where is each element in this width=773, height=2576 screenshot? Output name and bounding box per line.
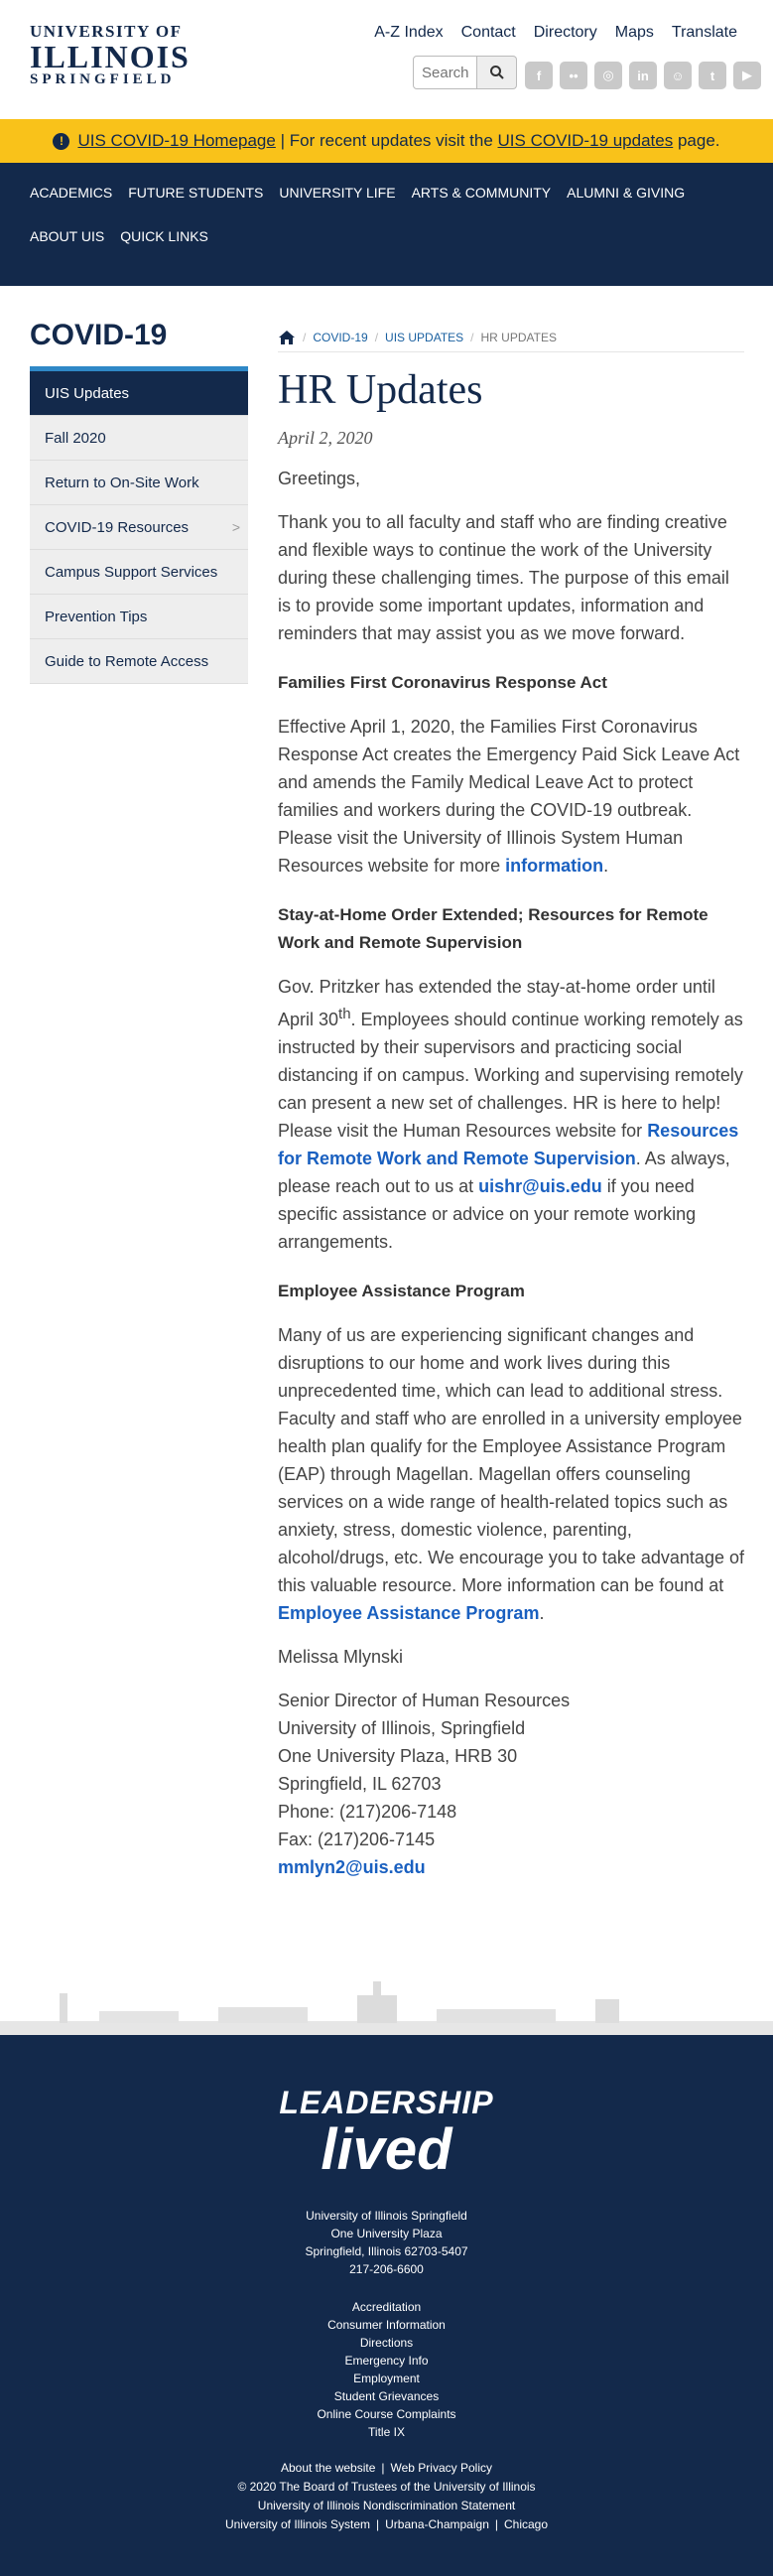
sidebar-item-prevention-tips[interactable]: Prevention Tips — [30, 595, 248, 639]
sidebar-item-label: COVID-19 Resources — [45, 518, 190, 536]
flickr-icon[interactable]: •• — [560, 62, 587, 89]
section-heading-ffcra: Families First Coronavirus Response Act — [278, 673, 607, 692]
footer-link-privacy[interactable]: Web Privacy Policy — [391, 2461, 492, 2475]
information-link[interactable]: information — [505, 856, 603, 876]
sidebar-item-uis-updates[interactable]: UIS Updates — [30, 371, 248, 416]
sidebar-item-remote-access[interactable]: Guide to Remote Access — [30, 639, 248, 684]
breadcrumb-separator: / — [303, 331, 307, 344]
footer-link-title-ix[interactable]: Title IX — [368, 2425, 405, 2439]
page-title: HR Updates — [278, 367, 483, 413]
youtube-icon[interactable]: ▶ — [733, 62, 761, 89]
nav-academics[interactable]: ACADEMICS — [30, 175, 128, 218]
nav-quick-links[interactable]: QUICK LINKS — [120, 218, 224, 262]
section-heading-stay-at-home: Stay-at-Home Order Extended; Resources f… — [278, 905, 709, 952]
link-directory[interactable]: Directory — [534, 24, 597, 42]
nav-arts-community[interactable]: ARTS & COMMUNITY — [412, 175, 568, 218]
post-date: April 2, 2020 — [278, 428, 373, 448]
signer-name: Melissa Mlynski — [278, 1647, 404, 1667]
facebook-icon[interactable]: f — [525, 62, 553, 89]
twitter-icon[interactable]: t — [699, 62, 726, 89]
footer-address: University of Illinois Springfield One U… — [305, 2209, 468, 2276]
site-footer: LEADERSHIP lived University of Illinois … — [0, 2035, 773, 2576]
link-translate[interactable]: Translate — [672, 24, 737, 42]
section-heading-eap: Employee Assistance Program — [278, 1282, 525, 1300]
sidebar-title: COVID-19 — [30, 319, 168, 351]
footer-link-chicago[interactable]: Chicago — [504, 2517, 548, 2531]
signer-email-link[interactable]: mmlyn2@uis.edu — [278, 1857, 426, 1877]
footer-link-grievances[interactable]: Student Grievances — [334, 2389, 439, 2403]
footer-link-consumer-info[interactable]: Consumer Information — [327, 2318, 446, 2332]
sidebar-item-covid-resources[interactable]: COVID-19 Resources > — [30, 505, 248, 550]
breadcrumb-uis-updates[interactable]: UIS UPDATES — [385, 331, 463, 344]
eap-link[interactable]: Employee Assistance Program — [278, 1603, 539, 1623]
content-area: COVID-19 UIS Updates Fall 2020 Return to… — [0, 286, 773, 1973]
nav-university-life[interactable]: UNIVERSITY LIFE — [279, 175, 411, 218]
nav-alumni-giving[interactable]: ALUMNI & GIVING — [567, 175, 701, 218]
breadcrumb-current: HR UPDATES — [480, 331, 557, 344]
search-input[interactable] — [413, 56, 477, 89]
footer-link-accreditation[interactable]: Accreditation — [352, 2300, 421, 2314]
site-header: UNIVERSITY OF ILLINOIS SPRINGFIELD A-Z I… — [0, 0, 773, 119]
signature-block: Senior Director of Human Resources Unive… — [278, 1691, 571, 1877]
instagram-icon[interactable]: ◎ — [594, 62, 622, 89]
alert-link-updates[interactable]: UIS COVID-19 updates — [498, 131, 674, 151]
leadership-lived-logo: LEADERSHIP lived — [279, 2085, 494, 2182]
article-body: Greetings, Thank you to all faculty and … — [278, 465, 744, 1881]
footer-link-nondiscrimination[interactable]: University of Illinois Nondiscrimination… — [258, 2499, 515, 2512]
search-form — [413, 56, 517, 89]
eap-paragraph: Many of us are experiencing significant … — [278, 1325, 744, 1623]
home-icon[interactable] — [278, 330, 296, 345]
footer-bottom: About the website | Web Privacy Policy © 2… — [0, 2459, 773, 2534]
utility-links: A-Z Index Contact Directory Maps Transla… — [374, 24, 737, 42]
intro-paragraph: Thank you to all faculty and staff who a… — [278, 512, 729, 643]
main-nav: ACADEMICS FUTURE STUDENTS UNIVERSITY LIF… — [0, 163, 773, 286]
snapchat-icon[interactable]: ☺ — [664, 62, 692, 89]
footer-link-employment[interactable]: Employment — [353, 2372, 420, 2385]
stay-at-home-paragraph: Gov. Pritzker has extended the stay-at-h… — [278, 977, 743, 1252]
link-contact[interactable]: Contact — [461, 24, 516, 42]
alert-link-homepage[interactable]: UIS COVID-19 Homepage — [77, 131, 275, 151]
university-logo[interactable]: UNIVERSITY OF ILLINOIS SPRINGFIELD — [30, 22, 208, 88]
main-content: / COVID-19 / UIS UPDATES / HR UPDATES HR… — [278, 286, 744, 1881]
breadcrumb-separator: / — [374, 331, 379, 344]
footer-link-urbana[interactable]: Urbana-Champaign — [385, 2517, 489, 2531]
nav-future-students[interactable]: FUTURE STUDENTS — [128, 175, 279, 218]
copyright: © 2020 The Board of Trustees of the Univ… — [237, 2480, 536, 2494]
footer-links: Accreditation Consumer Information Direc… — [0, 2298, 773, 2441]
nav-about-uis[interactable]: ABOUT UIS — [30, 218, 120, 262]
breadcrumb-separator: / — [470, 331, 474, 344]
ffcra-paragraph: Effective April 1, 2020, the Families Fi… — [278, 717, 740, 876]
covid-alert-banner: ! UIS COVID-19 Homepage | For recent upd… — [0, 119, 773, 163]
breadcrumb-covid19[interactable]: COVID-19 — [313, 331, 367, 344]
search-icon — [489, 66, 504, 79]
footer-link-directions[interactable]: Directions — [360, 2336, 413, 2350]
chevron-right-icon[interactable]: > — [232, 519, 240, 535]
breadcrumb: / COVID-19 / UIS UPDATES / HR UPDATES — [278, 330, 744, 352]
footer-link-emergency[interactable]: Emergency Info — [344, 2354, 428, 2368]
alert-icon: ! — [53, 132, 70, 150]
uishr-email-link[interactable]: uishr@uis.edu — [478, 1176, 602, 1196]
footer-link-ui-system[interactable]: University of Illinois System — [225, 2517, 370, 2531]
search-button[interactable] — [477, 56, 517, 89]
linkedin-icon[interactable]: in — [629, 62, 657, 89]
logo-line-2: ILLINOIS — [30, 39, 191, 74]
link-az-index[interactable]: A-Z Index — [374, 24, 443, 42]
greeting: Greetings, — [278, 469, 361, 488]
link-maps[interactable]: Maps — [615, 24, 654, 42]
alert-text-1: | For recent updates visit the — [280, 131, 493, 150]
sidebar-menu: UIS Updates Fall 2020 Return to On-Site … — [30, 366, 248, 684]
social-links: f •• ◎ in ☺ t ▶ — [525, 62, 761, 89]
sidebar: COVID-19 UIS Updates Fall 2020 Return to… — [30, 286, 248, 684]
sidebar-item-fall-2020[interactable]: Fall 2020 — [30, 416, 248, 461]
footer-link-course-complaints[interactable]: Online Course Complaints — [317, 2407, 455, 2421]
sidebar-item-return-onsite[interactable]: Return to On-Site Work — [30, 461, 248, 505]
footer-link-about-website[interactable]: About the website — [281, 2461, 375, 2475]
alert-text-2: page. — [677, 131, 720, 150]
sidebar-item-campus-support[interactable]: Campus Support Services — [30, 550, 248, 595]
campus-skyline-illustration — [0, 1973, 773, 2035]
